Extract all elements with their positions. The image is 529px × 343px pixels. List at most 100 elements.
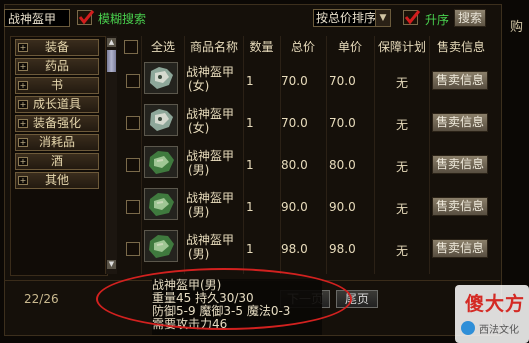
category-label: 其他: [44, 173, 69, 187]
item-total: 98.0: [281, 242, 308, 256]
category-medicine[interactable]: + 药品: [15, 58, 99, 75]
item-qty: 1: [246, 242, 254, 256]
item-unit: 90.0: [329, 200, 356, 214]
ascending-checkbox[interactable]: [403, 10, 421, 25]
plus-icon: +: [18, 138, 28, 147]
wechat-icon: [461, 321, 475, 335]
item-qty: 1: [246, 158, 254, 172]
item-total: 70.0: [281, 116, 308, 130]
row-checkbox[interactable]: [126, 200, 140, 214]
category-label: 酒: [50, 154, 63, 168]
category-equipment[interactable]: + 装备: [15, 39, 99, 56]
category-label: 装备强化: [32, 116, 81, 130]
category-other[interactable]: + 其他: [15, 172, 99, 189]
fuzzy-search-label: 模糊搜索: [98, 12, 147, 26]
header-unit: 单价: [337, 40, 362, 54]
item-qty: 1: [246, 74, 254, 88]
item-guarantee: 无: [396, 202, 409, 216]
item-total: 90.0: [281, 200, 308, 214]
table-row[interactable]: 战神盔甲 (女) 1 70.0 70.0 无 售卖信息: [118, 100, 494, 141]
armor-female-icon[interactable]: [144, 104, 178, 136]
sell-info-button[interactable]: 售卖信息: [432, 239, 488, 258]
table-row[interactable]: 战神盔甲 (男) 1 98.0 98.0 无 售卖信息: [118, 226, 494, 267]
header-guarantee: 保障计划: [377, 40, 426, 54]
item-gender: (女): [188, 79, 210, 93]
plus-icon: +: [18, 100, 28, 109]
header-name: 商品名称: [189, 40, 238, 54]
header-qty: 数量: [249, 40, 274, 54]
plus-icon: +: [18, 176, 28, 185]
category-label: 消耗品: [38, 135, 75, 149]
page-indicator: 22/26: [24, 292, 59, 306]
scroll-thumb[interactable]: [107, 50, 116, 72]
table-row[interactable]: 战神盔甲 (女) 1 70.0 70.0 无 售卖信息: [118, 58, 494, 99]
item-guarantee: 无: [396, 160, 409, 174]
armor-male-icon[interactable]: [144, 188, 178, 220]
sell-info-button[interactable]: 售卖信息: [432, 155, 488, 174]
category-book[interactable]: + 书: [15, 77, 99, 94]
watermark-text: 傻大方: [465, 293, 526, 315]
category-consumables[interactable]: + 消耗品: [15, 134, 99, 151]
category-label: 药品: [44, 59, 69, 73]
header-total: 总价: [290, 40, 315, 54]
item-guarantee: 无: [396, 118, 409, 132]
item-qty: 1: [246, 200, 254, 214]
category-sidebar: + 装备 + 药品 + 书 + 成长道具 + 装备强化 + 消耗品 + 酒 + 其他: [10, 36, 108, 276]
table-row[interactable]: 战神盔甲 (男) 1 80.0 80.0 无 售卖信息: [118, 142, 494, 183]
plus-icon: +: [18, 43, 28, 52]
category-enhance[interactable]: + 装备强化: [15, 115, 99, 132]
checkmark-icon: [78, 10, 95, 25]
sell-info-button[interactable]: 售卖信息: [432, 197, 488, 216]
row-checkbox[interactable]: [126, 116, 140, 130]
item-gender: (男): [188, 163, 210, 177]
item-guarantee: 无: [396, 244, 409, 258]
table-row[interactable]: 战神盔甲 (男) 1 90.0 90.0 无 售卖信息: [118, 184, 494, 225]
fuzzy-search-checkbox[interactable]: [77, 10, 95, 25]
select-all-checkbox[interactable]: [124, 40, 138, 54]
item-unit: 98.0: [329, 242, 356, 256]
checkmark-icon: [404, 10, 421, 25]
sort-select-value: 按总价排序: [316, 11, 377, 25]
armor-male-icon[interactable]: [144, 230, 178, 262]
header-sell-info: 售卖信息: [436, 40, 485, 54]
item-qty: 1: [246, 116, 254, 130]
category-label: 成长道具: [32, 97, 81, 111]
item-guarantee: 无: [396, 76, 409, 90]
category-growth-items[interactable]: + 成长道具: [15, 96, 99, 113]
plus-icon: +: [18, 62, 28, 71]
watermark-sub: 西法文化: [479, 325, 519, 336]
annotation-ellipse: [96, 268, 352, 330]
row-checkbox[interactable]: [126, 242, 140, 256]
item-total: 70.0: [281, 74, 308, 88]
plus-icon: +: [18, 81, 28, 90]
scroll-up-icon[interactable]: ▲: [107, 38, 116, 47]
plus-icon: +: [18, 119, 28, 128]
scrollbar[interactable]: ▲ ▼: [105, 36, 117, 274]
item-unit: 70.0: [329, 74, 356, 88]
scroll-down-icon[interactable]: ▼: [107, 260, 116, 269]
row-checkbox[interactable]: [126, 74, 140, 88]
sell-info-button[interactable]: 售卖信息: [432, 71, 488, 90]
plus-icon: +: [18, 157, 28, 166]
chevron-down-icon[interactable]: ▼: [375, 10, 390, 26]
item-gender: (男): [188, 247, 210, 261]
right-cut-text: 购: [510, 20, 524, 35]
sell-info-button[interactable]: 售卖信息: [432, 113, 488, 132]
search-button[interactable]: 搜索: [454, 9, 486, 27]
item-gender: (女): [188, 121, 210, 135]
row-checkbox[interactable]: [126, 158, 140, 172]
search-input[interactable]: 战神盔甲: [4, 9, 70, 27]
item-total: 80.0: [281, 158, 308, 172]
sort-select[interactable]: 按总价排序 ▼: [313, 9, 391, 27]
category-label: 书: [50, 78, 63, 92]
category-label: 装备: [44, 40, 69, 54]
listing-table: 全选 商品名称 数量 总价 单价 保障计划 售卖信息 战神盔甲 (女) 1 70…: [118, 36, 494, 274]
item-unit: 80.0: [329, 158, 356, 172]
item-unit: 70.0: [329, 116, 356, 130]
category-wine[interactable]: + 酒: [15, 153, 99, 170]
item-gender: (男): [188, 205, 210, 219]
armor-female-icon[interactable]: [144, 62, 178, 94]
header-select-all[interactable]: 全选: [142, 38, 184, 56]
watermark-logo: 傻大方 西法文化: [455, 285, 529, 343]
armor-male-icon[interactable]: [144, 146, 178, 178]
